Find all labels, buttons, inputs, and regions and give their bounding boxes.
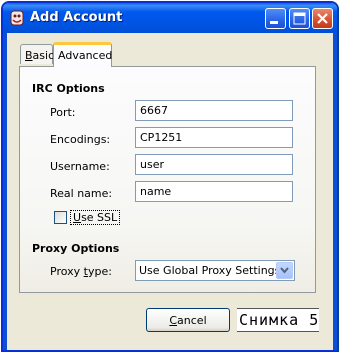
tab-advanced-label: Advanced [58,49,113,62]
use-ssl-accel: U [73,211,82,224]
pidgin-app-icon [10,10,24,26]
port-field[interactable]: 6667 [135,100,293,121]
window-title: Add Account [30,10,123,25]
irc-options-heading: IRC Options [32,82,105,95]
encodings-label: Encodings: [50,133,111,146]
maximize-icon [293,12,306,25]
proxy-type-select[interactable]: Use Global Proxy Settings [135,260,295,281]
proxy-type-label-pre: Proxy [50,265,84,278]
minimize-button[interactable] [265,8,286,29]
use-ssl-label[interactable]: Use SSL [70,210,121,225]
use-ssl-text: se SSL [81,211,118,224]
cancel-button[interactable]: Cancel [146,308,230,332]
window-frame-left [3,33,7,350]
chevron-down-icon [280,267,289,274]
tab-basic[interactable]: Basic [20,44,55,64]
proxy-type-label: Proxy type: [50,265,112,278]
minimize-icon [270,21,278,24]
cancel-label: ancel [177,314,207,327]
maximize-button[interactable] [289,8,310,29]
encodings-field[interactable]: CP1251 [135,127,293,148]
close-button[interactable] [312,8,333,29]
use-ssl-checkbox[interactable] [54,211,67,224]
dropdown-arrow-button[interactable] [276,262,293,279]
proxy-type-label-post: ype: [87,265,112,278]
username-field[interactable]: user [135,154,293,175]
tab-basic-label: asic [32,49,55,62]
proxy-type-value: Use Global Proxy Settings [139,264,281,277]
username-label: Username: [50,160,110,173]
port-label: Port: [50,106,76,119]
close-icon [317,13,328,24]
cancel-accel: C [169,314,178,327]
title-bar[interactable]: Add Account [3,3,337,33]
realname-field[interactable]: name [135,181,293,202]
tab-basic-accel: B [25,49,33,62]
window-frame-right [333,33,337,350]
proxy-options-heading: Proxy Options [32,242,120,255]
realname-label: Real name: [50,187,113,200]
tab-advanced[interactable]: Advanced [53,42,112,67]
screenshot-caption: Снимка 5 [237,308,319,332]
